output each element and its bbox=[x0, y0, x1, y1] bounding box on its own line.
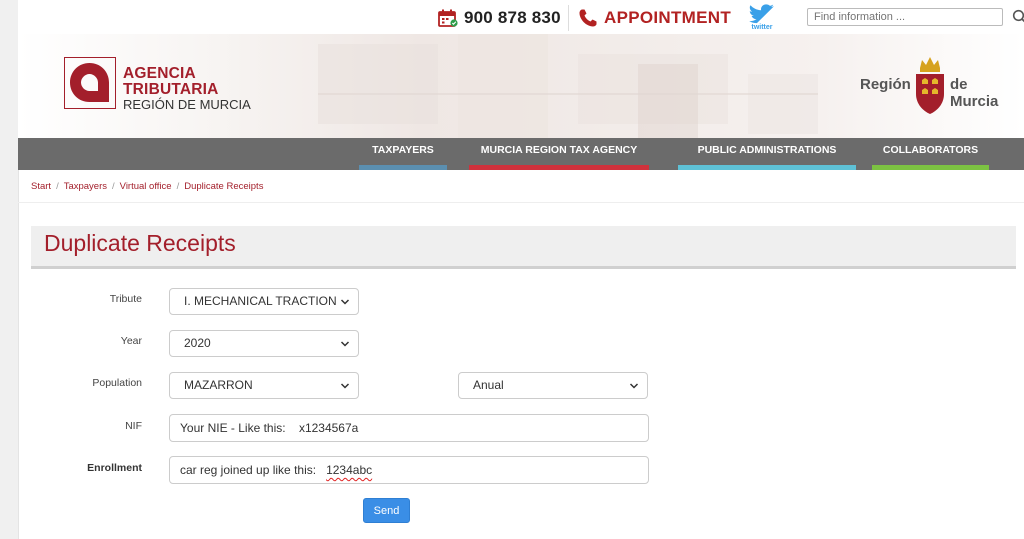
breadcrumb-taxpayers[interactable]: Taxpayers bbox=[64, 181, 107, 192]
search-input[interactable] bbox=[807, 8, 1003, 26]
nav-taxpayers-label: TAXPAYERS bbox=[372, 144, 434, 156]
region-logo-left-text: Región bbox=[860, 76, 911, 93]
breadcrumb-start[interactable]: Start bbox=[31, 181, 51, 192]
nav-public-administrations[interactable]: PUBLIC ADMINISTRATIONS bbox=[678, 138, 856, 170]
breadcrumb-separator: / bbox=[56, 181, 59, 192]
nav-collaborators[interactable]: COLLABORATORS bbox=[872, 138, 989, 170]
tribute-label: Tribute bbox=[109, 293, 142, 305]
send-button[interactable]: Send bbox=[363, 498, 410, 523]
calendar-phone-icon bbox=[438, 9, 458, 27]
nav-collaborators-label: COLLABORATORS bbox=[882, 144, 979, 156]
nav-public-administrations-label: PUBLIC ADMINISTRATIONS bbox=[697, 144, 837, 156]
browser-left-rail bbox=[0, 0, 19, 539]
logo-line-2: TRIBUTARIA bbox=[123, 81, 219, 98]
period-select[interactable]: Anual bbox=[458, 372, 648, 399]
region-de-murcia-logo[interactable]: Región de Murcia bbox=[858, 54, 1018, 118]
appointment-link[interactable]: APPOINTMENT bbox=[578, 7, 731, 29]
search-icon[interactable] bbox=[1011, 8, 1024, 26]
logo-frame bbox=[64, 57, 116, 109]
main-nav: TAXPAYERS MURCIA REGION TAX AGENCY PUBLI… bbox=[18, 138, 1024, 170]
nav-collaborators-underline bbox=[872, 165, 989, 170]
nav-murcia-region-tax-agency-label: MURCIA REGION TAX AGENCY bbox=[480, 144, 638, 156]
twitter-link[interactable]: twitter bbox=[745, 4, 779, 34]
nav-taxpayers-underline bbox=[359, 165, 447, 170]
nav-murcia-region-tax-agency[interactable]: MURCIA REGION TAX AGENCY bbox=[469, 138, 649, 170]
chevron-down-icon bbox=[340, 299, 350, 305]
year-select[interactable]: 2020 bbox=[169, 330, 359, 357]
population-select-value: MAZARRON bbox=[184, 378, 253, 392]
page-title: Duplicate Receipts bbox=[44, 230, 236, 256]
murcia-coat-of-arms-icon bbox=[916, 57, 944, 114]
twitter-bird-icon bbox=[749, 4, 774, 24]
breadcrumb: Start / Taxpayers / Virtual office / Duplicate… bbox=[31, 181, 263, 192]
page-title-bar: Duplicate Receipts bbox=[31, 226, 1016, 269]
enrollment-label: Enrollment bbox=[87, 462, 142, 474]
period-select-value: Anual bbox=[473, 378, 504, 392]
header-banner: AGENCIA TRIBUTARIA REGIÓN DE MURCIA Regi… bbox=[18, 34, 1024, 138]
top-bar: 900 878 830 APPOINTMENT twitter bbox=[18, 0, 1024, 34]
phone-link[interactable]: 900 878 830 bbox=[438, 7, 561, 29]
population-label: Population bbox=[92, 377, 142, 389]
agencia-tributaria-logo[interactable]: AGENCIA TRIBUTARIA REGIÓN DE MURCIA bbox=[64, 57, 264, 119]
chevron-down-icon bbox=[629, 383, 639, 389]
breadcrumb-virtual-office[interactable]: Virtual office bbox=[120, 181, 172, 192]
nif-label: NIF bbox=[125, 420, 142, 432]
region-logo-right-text: de Murcia bbox=[950, 76, 999, 110]
breadcrumb-duplicate-receipts[interactable]: Duplicate Receipts bbox=[184, 181, 263, 192]
tribute-select-value: I. MECHANICAL TRACTION bbox=[184, 294, 337, 308]
enrollment-input[interactable]: car reg joined up like this: 1234abc bbox=[169, 456, 649, 484]
logo-line-1: AGENCIA bbox=[123, 65, 196, 82]
nav-taxpayers[interactable]: TAXPAYERS bbox=[359, 138, 447, 170]
phone-number: 900 878 830 bbox=[464, 8, 561, 27]
agency-q-logo-icon bbox=[70, 63, 109, 102]
appointment-label: APPOINTMENT bbox=[604, 8, 732, 27]
breadcrumb-separator: / bbox=[176, 181, 180, 192]
enrollment-value-example: 1234abc bbox=[326, 463, 373, 477]
logo-line-3: REGIÓN DE MURCIA bbox=[123, 97, 251, 112]
tribute-select[interactable]: I. MECHANICAL TRACTION bbox=[169, 288, 359, 315]
nif-input[interactable]: Your NIE - Like this: x1234567a bbox=[169, 414, 649, 442]
chevron-down-icon bbox=[340, 341, 350, 347]
twitter-label: twitter bbox=[751, 24, 773, 31]
chevron-down-icon bbox=[340, 383, 350, 389]
breadcrumb-separator: / bbox=[112, 181, 115, 192]
year-select-value: 2020 bbox=[184, 336, 211, 350]
year-label: Year bbox=[120, 335, 142, 347]
nav-public-administrations-underline bbox=[678, 165, 856, 170]
topbar-divider bbox=[568, 5, 569, 31]
phone-icon bbox=[579, 9, 597, 27]
enrollment-value-prefix: car reg joined up like this: bbox=[180, 463, 327, 477]
population-select[interactable]: MAZARRON bbox=[169, 372, 359, 399]
nav-murcia-region-tax-agency-underline bbox=[469, 165, 649, 170]
breadcrumb-divider bbox=[18, 202, 1024, 203]
